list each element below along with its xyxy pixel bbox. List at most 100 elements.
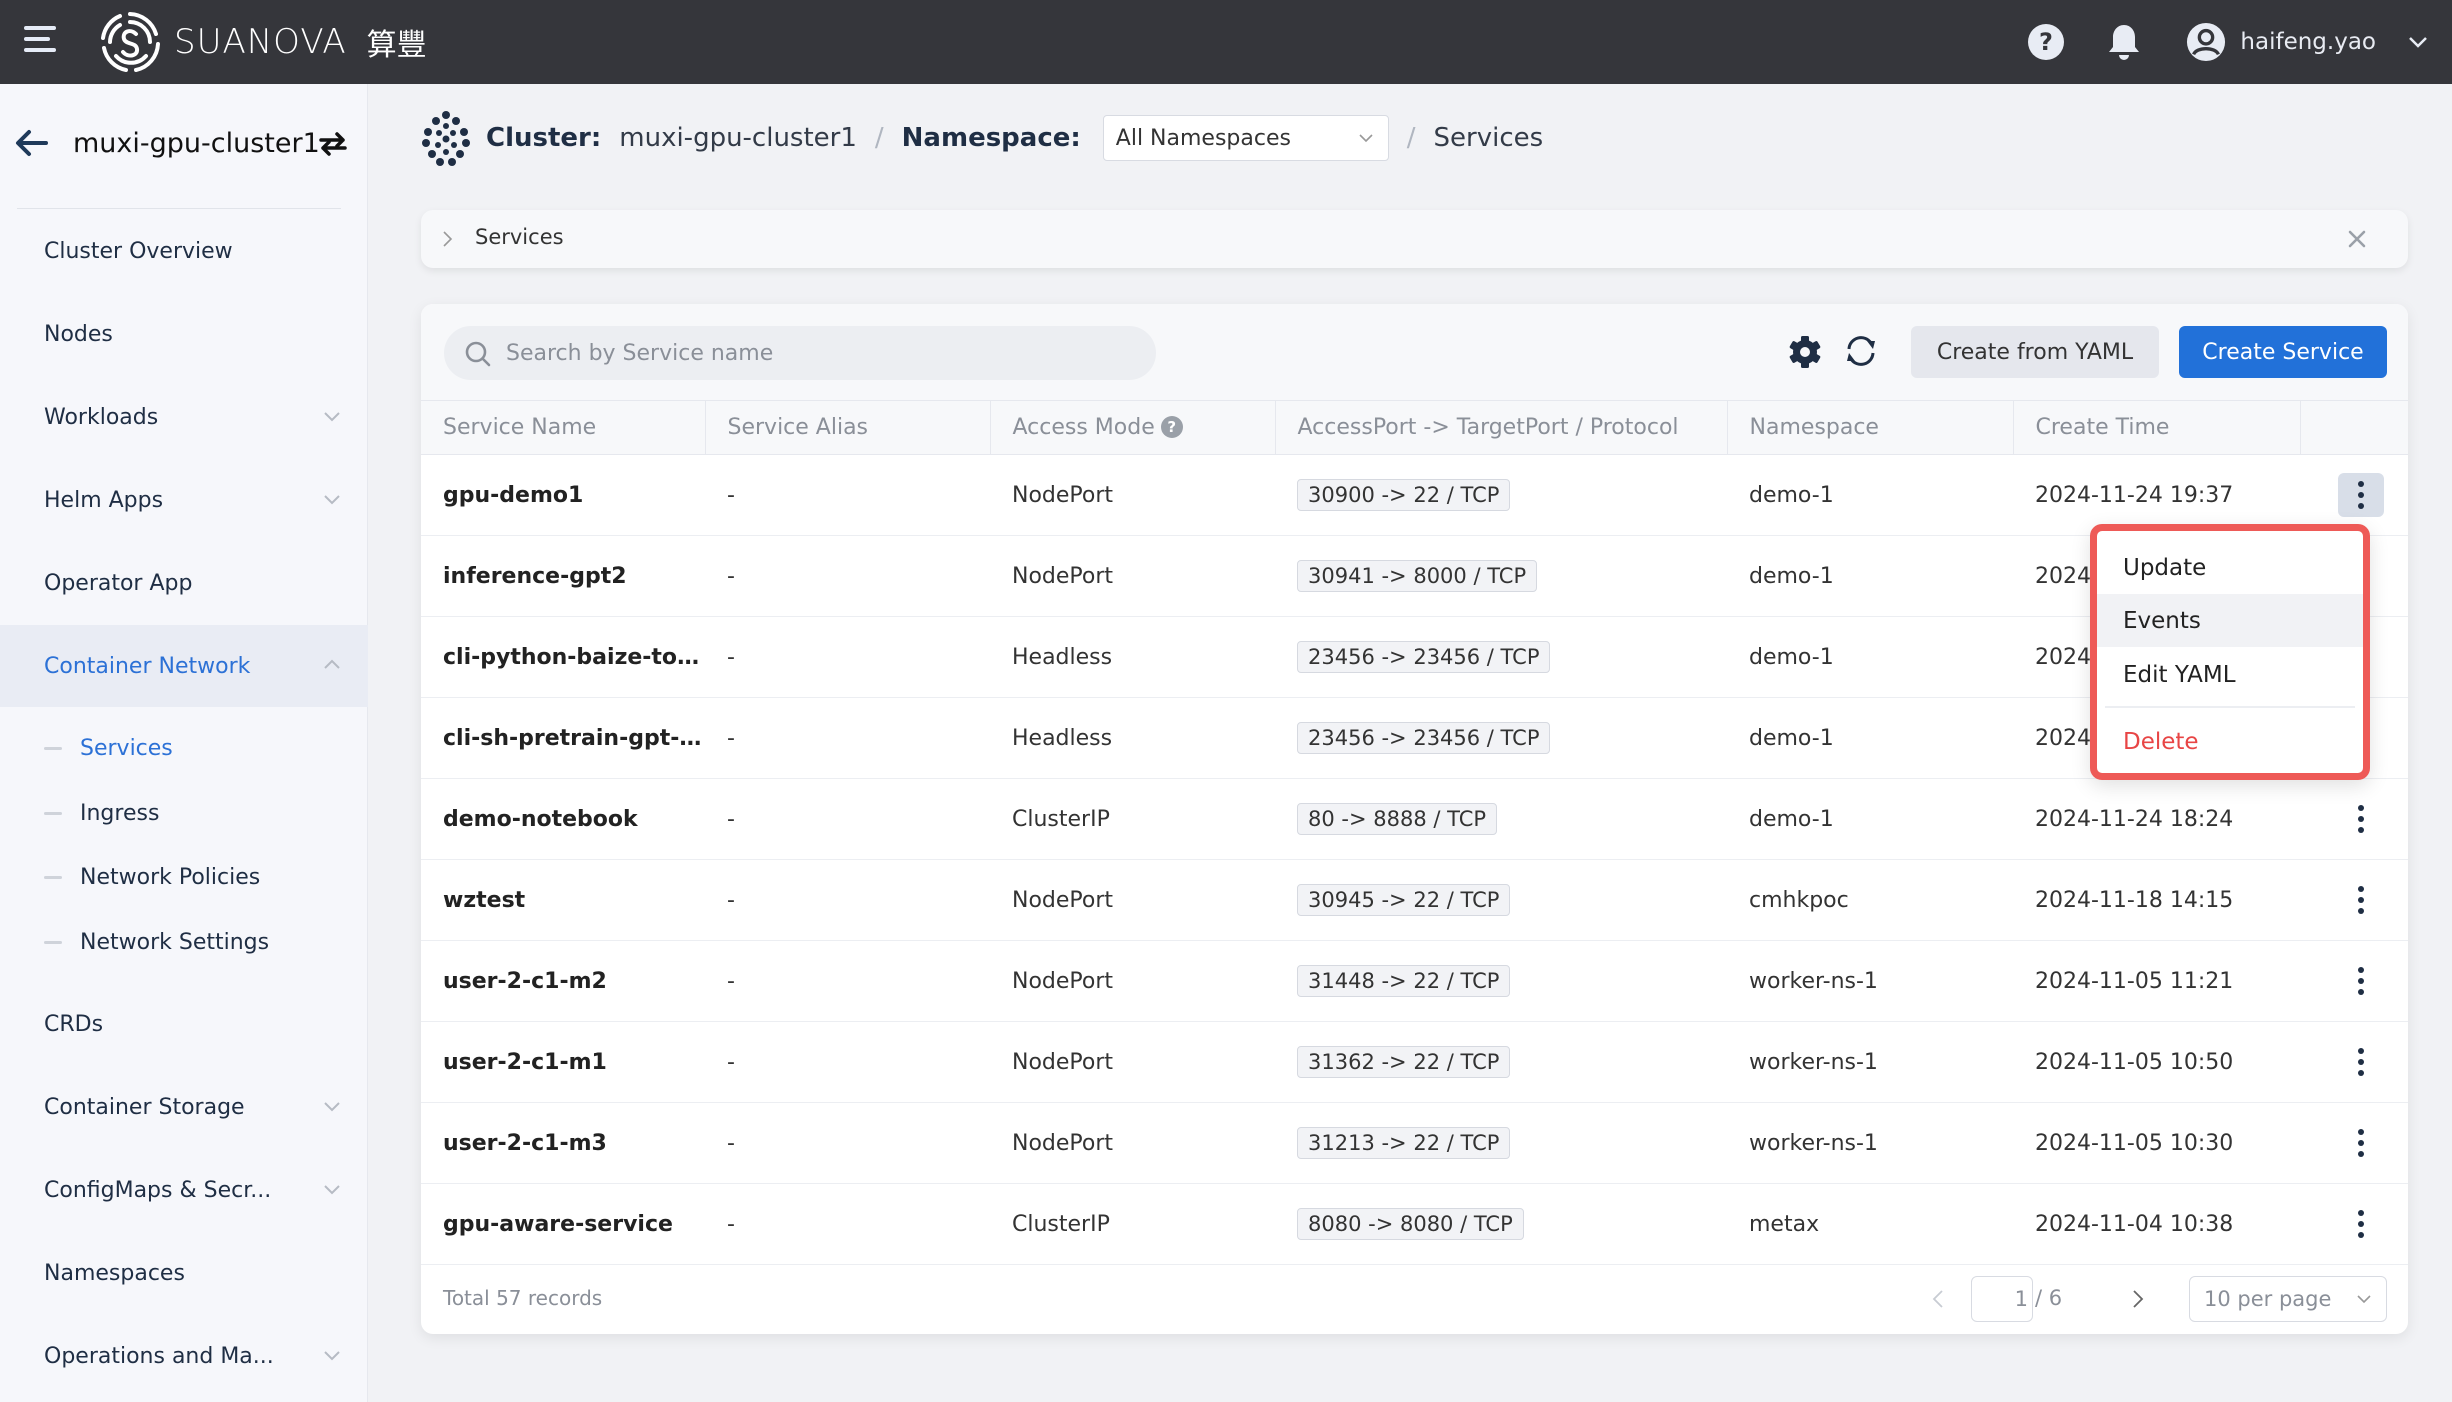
menu-icon[interactable]	[24, 26, 60, 56]
create-service-button[interactable]: Create Service	[2179, 326, 2387, 378]
create-time: 2024-11-05 11:21	[2035, 968, 2234, 994]
more-actions-icon[interactable]	[2338, 878, 2384, 922]
close-icon[interactable]	[2346, 228, 2368, 250]
service-name-link[interactable]: user-2-c1-m2	[421, 941, 705, 1022]
service-name-link[interactable]: demo-notebook	[421, 779, 705, 860]
service-alias: -	[727, 1211, 735, 1237]
menu-item-edit-yaml[interactable]: Edit YAML	[2097, 648, 2363, 701]
menu-item-events[interactable]: Events	[2097, 594, 2363, 647]
table-row[interactable]: user-2-c1-m1- NodePort 31362 -> 22 / TCP wo…	[421, 1022, 2408, 1103]
sidebar-item-label: Workloads	[44, 404, 159, 430]
sidebar-item-cluster-overview[interactable]: Cluster Overview	[0, 210, 368, 292]
table-row[interactable]: user-2-c1-m3- NodePort 31213 -> 22 / TCP wo…	[421, 1103, 2408, 1184]
service-name-link[interactable]: inference-gpt2	[421, 536, 705, 617]
switch-cluster-icon[interactable]	[318, 130, 348, 158]
page-number-input[interactable]: 1	[1971, 1276, 2033, 1322]
create-time: 2024-11-05 10:30	[2035, 1130, 2234, 1156]
per-page-select[interactable]: 10 per page	[2189, 1276, 2387, 1322]
services-info-panel[interactable]: Services	[421, 210, 2408, 268]
more-actions-icon[interactable]	[2338, 473, 2384, 517]
service-name-link[interactable]: cli-sh-pretrain-gpt-s...	[421, 698, 705, 779]
menu-item-delete[interactable]: Delete	[2097, 715, 2363, 768]
search-icon	[465, 341, 491, 367]
more-actions-icon[interactable]	[2338, 1040, 2384, 1084]
sidebar-item-container-network[interactable]: Container Network	[0, 625, 368, 707]
ports-cell: 31213 -> 22 / TCP	[1275, 1103, 1727, 1184]
help-icon[interactable]: ?	[1160, 416, 1183, 438]
sidebar-subitem-network-settings[interactable]: Network Settings	[0, 914, 368, 970]
more-actions-icon[interactable]	[2338, 1121, 2384, 1165]
access-mode: NodePort	[1012, 563, 1114, 589]
service-name-link[interactable]: user-2-c1-m1	[421, 1022, 705, 1103]
brand-name: SUANOVA	[174, 22, 347, 62]
service-alias: -	[727, 1049, 735, 1075]
back-arrow-icon[interactable]	[14, 128, 50, 158]
panel-title: Services	[475, 225, 564, 249]
chevron-down-icon[interactable]	[2398, 22, 2438, 62]
chevron-right-icon[interactable]	[2131, 1288, 2145, 1310]
sidebar-item-helm-apps[interactable]: Helm Apps	[0, 459, 368, 541]
service-name-link[interactable]: cli-python-baize-too...	[421, 617, 705, 698]
menu-item-update[interactable]: Update	[2097, 541, 2363, 594]
ports-cell: 31362 -> 22 / TCP	[1275, 1022, 1727, 1103]
sidebar-item-operations[interactable]: Operations and Ma...	[0, 1315, 368, 1397]
more-actions-icon[interactable]	[2338, 959, 2384, 1003]
access-mode: NodePort	[1012, 1130, 1114, 1156]
namespace-select[interactable]: All Namespaces	[1102, 115, 1389, 161]
namespace: cmhkpoc	[1749, 887, 1849, 913]
table-row[interactable]: user-2-c1-m2- NodePort 31448 -> 22 / TCP wo…	[421, 941, 2408, 1022]
brand-logo[interactable]: SUANOVA 算豐	[96, 6, 427, 78]
bell-icon[interactable]	[2104, 22, 2144, 62]
chevron-right-icon[interactable]	[441, 229, 455, 249]
more-actions-icon[interactable]	[2338, 797, 2384, 841]
column-header-create-time[interactable]: Create Time	[2013, 400, 2301, 455]
table-row[interactable]: demo-notebook - ClusterIP 80 -> 8888 / TCP d…	[421, 779, 2408, 860]
sidebar-subitem-label: Ingress	[80, 800, 160, 826]
sidebar-subitem-services[interactable]: Services	[0, 720, 368, 776]
service-name-link[interactable]: gpu-demo1	[421, 455, 705, 536]
help-icon[interactable]: ?	[2026, 22, 2066, 62]
service-alias: -	[727, 968, 735, 994]
sidebar-item-nodes[interactable]: Nodes	[0, 293, 368, 375]
table-row[interactable]: wztest - NodePort 30945 -> 22 / TCP cmhkpoc 2…	[421, 860, 2408, 941]
sidebar-subitem-ingress[interactable]: Ingress	[0, 785, 368, 841]
chevron-down-icon	[324, 1185, 340, 1195]
table-row[interactable]: gpu-aware-service - ClusterIP 8080 -> 8080 …	[421, 1184, 2408, 1265]
sidebar-subitem-network-policies[interactable]: Network Policies	[0, 849, 368, 905]
actions-cell	[2300, 860, 2408, 941]
actions-cell	[2300, 1103, 2408, 1184]
sidebar-item-label: CRDs	[44, 1011, 104, 1037]
cluster-value-link[interactable]: muxi-gpu-cluster1	[619, 123, 857, 153]
sidebar-item-operator-app[interactable]: Operator App	[0, 542, 368, 624]
column-header-service-name[interactable]: Service Name	[421, 400, 706, 455]
sidebar-item-namespaces[interactable]: Namespaces	[0, 1232, 368, 1314]
column-header-namespace[interactable]: Namespace	[1727, 400, 2014, 455]
service-name-link[interactable]: gpu-aware-service	[421, 1184, 705, 1265]
column-header-ports[interactable]: AccessPort -> TargetPort / Protocol	[1275, 400, 1728, 455]
sidebar-item-workloads[interactable]: Workloads	[0, 376, 368, 458]
service-name-link[interactable]: wztest	[421, 860, 705, 941]
sidebar-item-configmaps-secrets[interactable]: ConfigMaps & Secr...	[0, 1149, 368, 1231]
service-name-link[interactable]: user-2-c1-m3	[421, 1103, 705, 1184]
sidebar-item-crds[interactable]: CRDs	[0, 983, 368, 1065]
dash-icon	[44, 812, 62, 815]
refresh-icon[interactable]	[1842, 332, 1880, 370]
create-time: 2024-11-18 14:15	[2035, 887, 2234, 913]
create-from-yaml-button[interactable]: Create from YAML	[1911, 326, 2159, 378]
user-avatar-icon[interactable]	[2186, 22, 2226, 62]
more-actions-icon[interactable]	[2338, 1202, 2384, 1246]
namespace: demo-1	[1749, 806, 1834, 832]
username[interactable]: haifeng.yao	[2240, 29, 2376, 55]
namespace: worker-ns-1	[1749, 1049, 1878, 1075]
chevron-down-icon	[2357, 1295, 2371, 1304]
service-alias: -	[727, 482, 735, 508]
search-box[interactable]	[444, 326, 1156, 380]
search-input[interactable]	[506, 340, 1126, 366]
column-header-access-mode[interactable]: Access Mode?	[990, 400, 1276, 455]
chevron-left-icon[interactable]	[1931, 1288, 1945, 1310]
column-header-service-alias[interactable]: Service Alias	[705, 400, 991, 455]
sidebar-item-container-storage[interactable]: Container Storage	[0, 1066, 368, 1148]
create-time: 2024-11-24 18:24	[2035, 806, 2234, 832]
gear-icon[interactable]	[1787, 334, 1823, 370]
service-alias: -	[727, 563, 735, 589]
